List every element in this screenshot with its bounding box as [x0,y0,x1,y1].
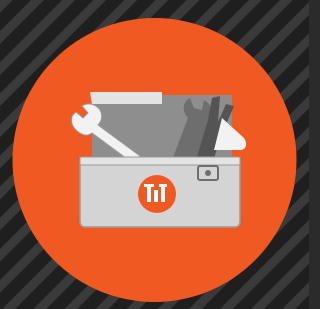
toolbox-rim [79,156,241,166]
toolbox-lid [90,92,162,104]
toolbox-illustration [0,0,309,309]
brand-logo-badge [138,175,176,213]
icon-canvas [0,0,309,309]
